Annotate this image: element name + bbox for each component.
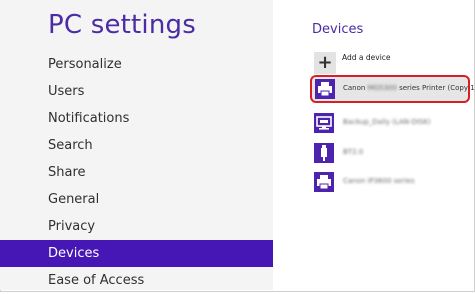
device-name: Canon MG5300 series Printer (Copy 1) xyxy=(343,84,475,92)
nav-item-general[interactable]: General xyxy=(0,186,273,213)
nav-item-notifications[interactable]: Notifications xyxy=(0,105,273,132)
nav-item-label: General xyxy=(48,192,100,207)
printer-icon xyxy=(315,79,335,99)
add-device-label: Add a device xyxy=(342,53,391,62)
nav-item-label: Privacy xyxy=(48,219,96,234)
device-item-selected[interactable]: Canon MG5300 series Printer (Copy 1) xyxy=(310,75,475,103)
nav-item-personalize[interactable]: Personalize xyxy=(0,51,273,78)
nav-item-label: Ease of Access xyxy=(48,273,145,288)
nav-item-label: Personalize xyxy=(48,57,122,72)
nav-item-label: Devices xyxy=(48,246,100,261)
device-name: BT2.0 xyxy=(343,148,364,156)
device-item[interactable]: Backup_Daily (LAN-DISK) xyxy=(314,111,472,135)
device-name: Canon iP3600 series xyxy=(343,177,415,185)
section-title: Devices xyxy=(312,22,364,37)
nav-item-ease-of-access[interactable]: Ease of Access xyxy=(0,267,273,294)
plus-icon: + xyxy=(314,52,336,74)
nav-item-share[interactable]: Share xyxy=(0,159,273,186)
nav-item-search[interactable]: Search xyxy=(0,132,273,159)
nav-item-privacy[interactable]: Privacy xyxy=(0,213,273,240)
sidebar: PC settings Personalize Users Notificati… xyxy=(0,0,273,290)
device-name: Backup_Daily (LAN-DISK) xyxy=(343,118,431,126)
nav-item-devices[interactable]: Devices xyxy=(0,240,273,267)
device-item[interactable]: BT2.0 xyxy=(314,141,472,165)
nav-item-label: Search xyxy=(48,138,93,153)
page-title: PC settings xyxy=(48,10,196,40)
nav-item-users[interactable]: Users xyxy=(0,78,273,105)
usb-device-icon xyxy=(314,143,334,163)
nav-item-label: Notifications xyxy=(48,111,130,126)
device-item[interactable]: Canon iP3600 series xyxy=(314,170,472,194)
devices-panel: Devices + Add a device Canon MG5300 seri… xyxy=(273,0,475,290)
monitor-icon xyxy=(314,113,334,133)
printer-icon xyxy=(314,172,334,192)
nav-item-label: Users xyxy=(48,84,85,99)
nav-item-label: Share xyxy=(48,165,86,180)
